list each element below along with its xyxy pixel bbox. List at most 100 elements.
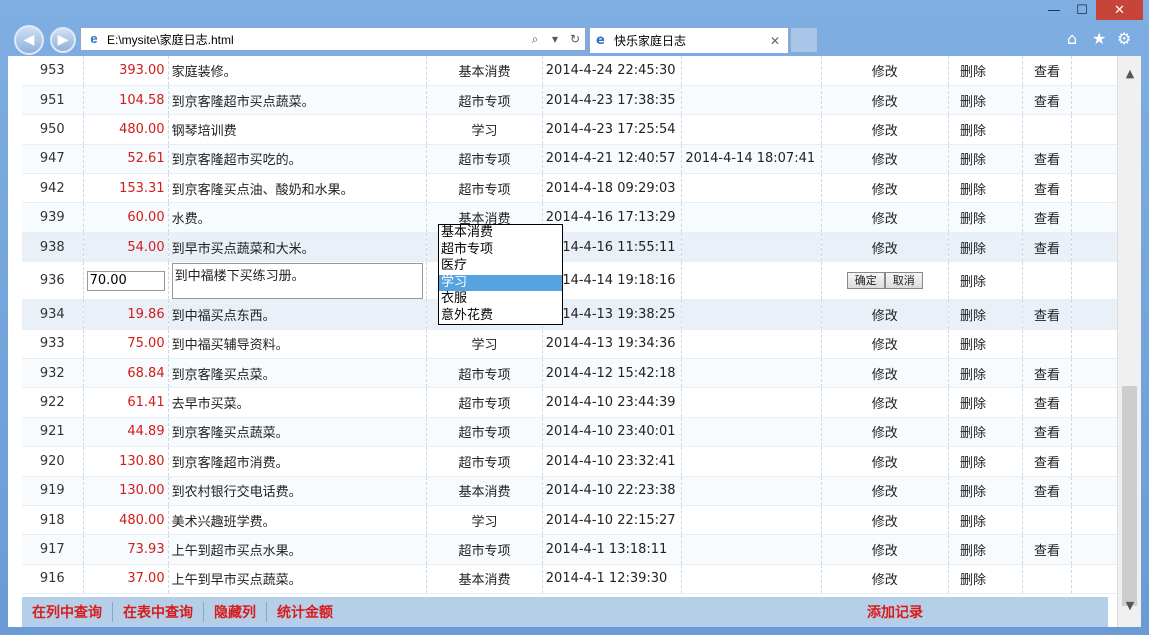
row-delete-link[interactable]: 删除 [948,329,998,360]
dropdown-option[interactable]: 超市专项 [439,242,562,259]
row-edit-link[interactable]: 修改 [821,232,949,263]
new-tab-button[interactable] [790,27,818,53]
row-edit-link[interactable]: 修改 [821,85,949,116]
row-edit-link[interactable]: 修改 [821,417,949,448]
edit-row-delete-link[interactable]: 删除 [948,261,998,301]
row-delete-link[interactable]: 删除 [948,505,998,536]
close-button[interactable]: ✕ [1096,0,1143,20]
row-edit-link[interactable]: 修改 [821,299,949,330]
row-id: 918 [22,505,84,536]
row-view-link[interactable]: 查看 [1022,173,1073,204]
row-view-link[interactable]: 查看 [1022,144,1073,175]
row-view-link[interactable]: 查看 [1022,232,1073,263]
dropdown-option[interactable]: 学习 [439,274,562,291]
row-edit-link[interactable]: 修改 [821,476,949,506]
dropdown-option[interactable]: 基本消费 [439,225,562,242]
hide-column-link[interactable]: 隐藏列 [204,602,267,622]
row-view-link[interactable]: 查看 [1022,299,1073,330]
row-delete-link[interactable]: 删除 [948,56,998,86]
row-view-link[interactable]: 查看 [1022,534,1073,565]
row-view-link[interactable] [1022,564,1073,595]
favorites-star-icon[interactable]: ★ [1092,29,1106,48]
row-delete-link[interactable]: 删除 [948,387,998,418]
editing-row: 936到中福楼下买练习册。2014-4-14 19:18:16确定取消删除 [22,261,1141,301]
statistics-link[interactable]: 统计金额 [267,602,343,622]
scrollbar-thumb[interactable] [1122,386,1137,606]
query-column-link[interactable]: 在列中查询 [22,602,113,622]
row-spacer [997,505,1023,536]
row-id: 922 [22,387,84,418]
row-edit-link[interactable]: 修改 [821,56,949,86]
row-edit-link[interactable]: 修改 [821,329,949,360]
row-delete-link[interactable]: 删除 [948,232,998,263]
row-edit-link[interactable]: 修改 [821,173,949,204]
row-id: 920 [22,446,84,477]
tab-close-icon[interactable]: ✕ [770,34,788,48]
dropdown-option[interactable]: 意外花费 [439,308,562,325]
row-delete-link[interactable]: 删除 [948,534,998,565]
row-category: 超市专项 [426,387,543,418]
row-view-link[interactable] [1022,114,1073,145]
home-icon[interactable]: ⌂ [1067,29,1077,48]
row-view-link[interactable]: 查看 [1022,85,1073,116]
back-button[interactable]: ◀ [14,25,44,55]
row-edit-link[interactable]: 修改 [821,144,949,175]
scroll-up-icon[interactable]: ▲ [1118,64,1141,84]
maximize-button[interactable]: ☐ [1068,0,1096,20]
row-view-link[interactable] [1022,505,1073,536]
gear-icon[interactable]: ⚙ [1117,29,1131,48]
confirm-button[interactable]: 确定 [846,272,885,290]
row-view-link[interactable]: 查看 [1022,476,1073,506]
dropdown-option[interactable]: 衣服 [439,291,562,308]
row-view-link[interactable] [1022,329,1073,360]
scroll-down-icon[interactable]: ▼ [1118,596,1141,616]
row-view-link[interactable]: 查看 [1022,446,1073,477]
row-delete-link[interactable]: 删除 [948,85,998,116]
row-delete-link[interactable]: 删除 [948,446,998,477]
row-delete-link[interactable]: 删除 [948,358,998,389]
refresh-icon[interactable]: ↻ [565,32,585,46]
row-delete-link[interactable]: 删除 [948,564,998,595]
search-icon[interactable]: ⌕ [525,32,545,47]
forward-button[interactable]: ▶ [50,27,76,53]
amount-input[interactable] [86,270,165,291]
cancel-button[interactable]: 取消 [884,272,923,290]
dropdown-option[interactable]: 医疗 [439,258,562,275]
row-edit-link[interactable]: 修改 [821,387,949,418]
minimize-button[interactable]: — [1040,0,1068,20]
category-dropdown-list[interactable]: 基本消费 超市专项 医疗 学习 衣服 意外花费 [438,224,563,325]
row-edit-link[interactable]: 修改 [821,202,949,233]
row-view-link[interactable]: 查看 [1022,417,1073,448]
row-delete-link[interactable]: 删除 [948,144,998,175]
address-bar[interactable]: e E:\mysite\家庭日志.html ⌕ ▾ ↻ [80,27,586,51]
row-edit-link[interactable]: 修改 [821,505,949,536]
row-amount: 480.00 [83,505,169,536]
row-delete-link[interactable]: 删除 [948,299,998,330]
dropdown-arrow-icon[interactable]: ▾ [545,32,565,46]
row-view-link[interactable]: 查看 [1022,202,1073,233]
row-delete-link[interactable]: 删除 [948,417,998,448]
ie-tab-icon: e [596,33,605,48]
row-edit-link[interactable]: 修改 [821,446,949,477]
row-spacer [997,417,1023,448]
description-textarea[interactable]: 到中福楼下买练习册。 [171,262,424,299]
row-edit-link[interactable]: 修改 [821,534,949,565]
row-time: 2014-4-16 11:55:11 [542,232,683,263]
row-view-link[interactable]: 查看 [1022,387,1073,418]
vertical-scrollbar[interactable]: ▲ ▼ [1117,56,1141,627]
edit-row-id: 936 [22,261,84,301]
row-time: 2014-4-23 17:38:35 [542,85,683,116]
row-edit-link[interactable]: 修改 [821,358,949,389]
row-delete-link[interactable]: 删除 [948,114,998,145]
row-view-link[interactable]: 查看 [1022,358,1073,389]
row-delete-link[interactable]: 删除 [948,173,998,204]
row-view-link[interactable]: 查看 [1022,56,1073,86]
add-record-link[interactable]: 添加记录 [867,602,923,622]
tab-active[interactable]: e 快乐家庭日志 ✕ [589,27,789,53]
query-table-link[interactable]: 在表中查询 [113,602,204,622]
row-edit-link[interactable]: 修改 [821,564,949,595]
row-edit-link[interactable]: 修改 [821,114,949,145]
row-category: 超市专项 [426,534,543,565]
row-delete-link[interactable]: 删除 [948,202,998,233]
row-delete-link[interactable]: 删除 [948,476,998,506]
